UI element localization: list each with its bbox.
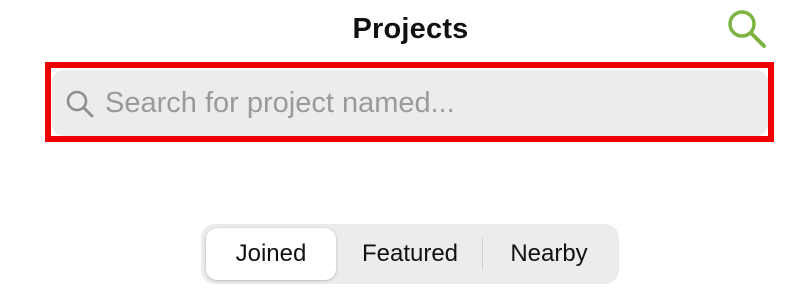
segment-divider xyxy=(482,238,483,270)
search-button[interactable] xyxy=(724,6,770,52)
search-input[interactable] xyxy=(105,70,745,136)
search-icon xyxy=(64,88,96,120)
segment-featured[interactable]: Featured xyxy=(340,228,480,280)
segment-joined[interactable]: Joined xyxy=(206,228,336,280)
project-filter-segmented-control: Joined Featured Nearby xyxy=(201,224,619,284)
search-field[interactable] xyxy=(52,70,768,136)
page-title: Projects xyxy=(352,13,469,45)
navigation-bar: Projects xyxy=(0,0,801,60)
search-icon xyxy=(728,10,766,48)
segment-nearby[interactable]: Nearby xyxy=(484,228,614,280)
